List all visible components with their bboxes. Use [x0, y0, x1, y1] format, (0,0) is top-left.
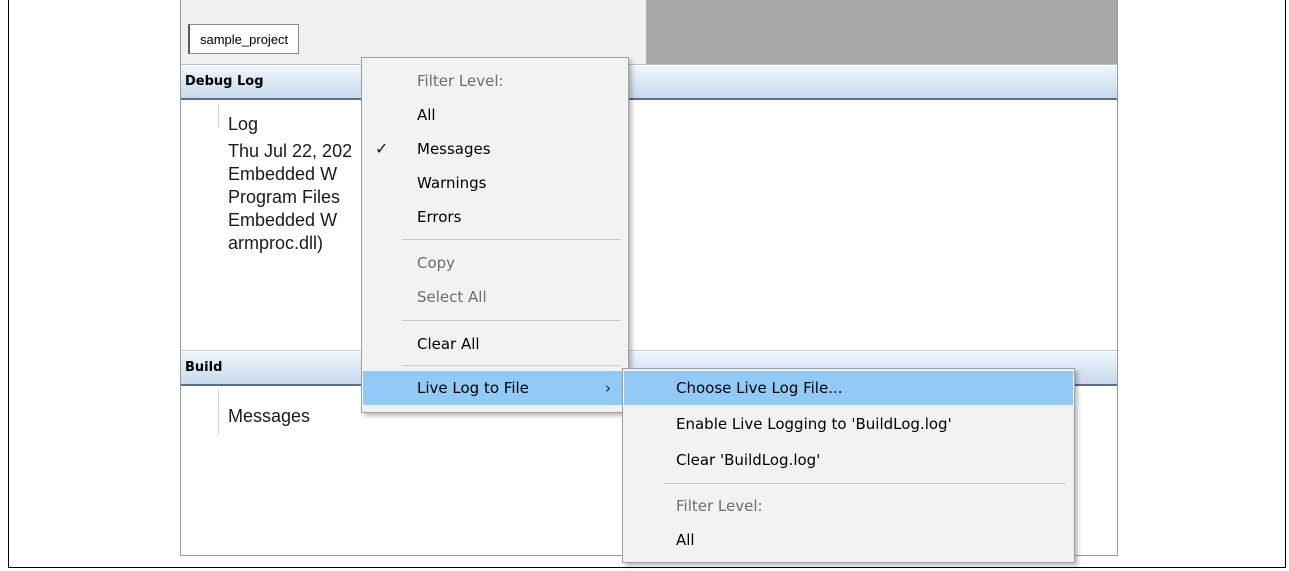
menu-item-select-all[interactable]: Select All	[363, 280, 627, 314]
menu-separator	[663, 483, 1066, 484]
log-line: Embedded W	[228, 164, 338, 184]
menu-filter-level-label: Filter Level:	[363, 64, 627, 98]
submenu-filter-level-label: Filter Level:	[624, 489, 1073, 523]
log-line: Thu Jul 22, 202	[228, 141, 353, 161]
menu-label: Enable Live Logging to 'BuildLog.log'	[676, 415, 952, 433]
menu-item-errors[interactable]: Errors	[363, 200, 627, 234]
menu-label: Live Log to File	[417, 379, 529, 397]
menu-separator	[402, 320, 620, 321]
menu-label: Warnings	[417, 174, 487, 192]
menu-label: Errors	[417, 208, 462, 226]
log-line: Program Files	[228, 187, 341, 207]
menu-item-warnings[interactable]: Warnings	[363, 166, 627, 200]
menu-label: Clear All	[417, 335, 480, 353]
tab-strip-empty-area	[646, 0, 1117, 64]
menu-label: Clear 'BuildLog.log'	[676, 451, 821, 469]
debug-log-header: Debug Log	[181, 66, 1117, 100]
live-log-submenu: Choose Live Log File... Enable Live Logg…	[622, 368, 1075, 563]
menu-item-copy[interactable]: Copy	[363, 246, 627, 280]
menu-item-clear-buildlog[interactable]: Clear 'BuildLog.log'	[624, 443, 1073, 477]
tab-strip: sample_project	[181, 0, 1117, 65]
menu-label: Filter Level:	[417, 72, 504, 90]
menu-label: Select All	[417, 288, 487, 306]
menu-item-live-log-to-file[interactable]: Live Log to File ›	[363, 371, 627, 405]
menu-label: All	[417, 106, 436, 124]
menu-label: Choose Live Log File...	[676, 379, 843, 397]
menu-label: Filter Level:	[676, 497, 763, 515]
menu-separator	[402, 239, 620, 240]
context-menu: Filter Level: All ✓ Messages Warnings Er…	[361, 57, 629, 413]
log-line: Embedded W	[228, 210, 338, 230]
menu-item-messages[interactable]: ✓ Messages	[363, 132, 627, 166]
column-separator	[218, 390, 219, 434]
tab-sample-project[interactable]: sample_project	[188, 24, 300, 54]
menu-item-enable-live-logging[interactable]: Enable Live Logging to 'BuildLog.log'	[624, 407, 1073, 441]
menu-separator	[402, 365, 620, 366]
debug-log-body[interactable]: Log Thu Jul 22, 202 Embedded W Program F…	[181, 100, 1117, 351]
check-icon: ✓	[375, 139, 389, 158]
menu-item-choose-live-log-file[interactable]: Choose Live Log File...	[624, 371, 1073, 405]
menu-item-clear-all[interactable]: Clear All	[363, 327, 627, 361]
chevron-right-icon: ›	[605, 379, 611, 397]
log-column-header: Log	[228, 114, 259, 134]
menu-label: Messages	[417, 140, 491, 158]
menu-label: Copy	[417, 254, 456, 272]
messages-column-header: Messages	[228, 406, 311, 426]
submenu-item-all[interactable]: All	[624, 523, 1073, 557]
menu-label: All	[676, 531, 695, 549]
menu-item-all[interactable]: All	[363, 98, 627, 132]
log-line: armproc.dll)	[228, 233, 324, 253]
column-separator	[218, 104, 219, 128]
